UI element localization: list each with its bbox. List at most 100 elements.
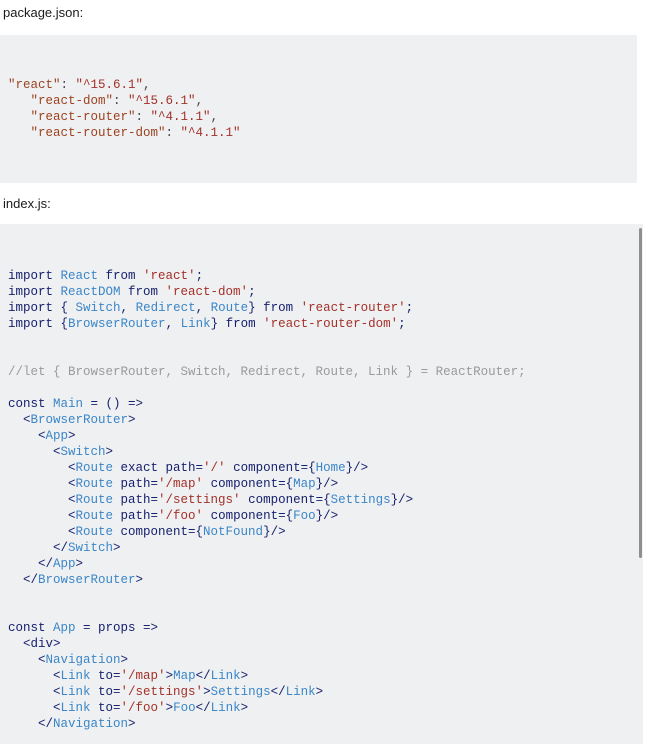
code-token: Link xyxy=(210,669,241,683)
code-token: Route xyxy=(75,477,114,491)
code-token: } xyxy=(248,301,264,315)
code-token: }/> xyxy=(345,461,369,475)
code-token: , xyxy=(120,301,136,315)
code-token: NotFound xyxy=(203,525,264,539)
code-token: , xyxy=(195,301,211,315)
code-token: Settings xyxy=(210,685,271,699)
code-token: < xyxy=(8,445,61,459)
code-token: > xyxy=(113,541,121,555)
code-token: Main xyxy=(53,397,84,411)
code-token: "react-dom" xyxy=(8,94,114,108)
code-line: import { Switch, Redirect, Route} from '… xyxy=(8,300,643,316)
code-token: Link xyxy=(210,701,241,715)
code-token: < xyxy=(8,669,61,683)
code-token: import xyxy=(8,269,61,283)
index-js-code-lines: import React from 'react'; import ReactDO… xyxy=(8,268,643,744)
code-line: const App = props => xyxy=(8,620,643,636)
code-line: <Route component={NotFound}/> xyxy=(8,524,643,540)
code-token: Link xyxy=(285,685,316,699)
code-line: <BrowserRouter> xyxy=(8,412,643,428)
code-token: }/> xyxy=(315,509,339,523)
code-line: <Link to='/foo'>Foo</Link> xyxy=(8,700,643,716)
code-token: </ xyxy=(8,557,54,571)
code-token: Link xyxy=(60,701,91,715)
code-token: BrowserRouter xyxy=(30,413,129,427)
code-token: Navigation xyxy=(53,717,129,731)
code-scrollbar-track[interactable] xyxy=(638,224,643,744)
code-token: : xyxy=(113,94,129,108)
code-token: > xyxy=(135,573,144,587)
code-token: Route xyxy=(210,301,249,315)
code-token: > xyxy=(165,701,174,715)
code-token: , xyxy=(210,110,219,124)
code-token: = props => xyxy=(75,621,159,635)
code-token: < xyxy=(8,525,76,539)
code-token: component={ xyxy=(225,461,316,475)
code-token: < xyxy=(8,477,76,491)
code-token: </ xyxy=(195,669,211,683)
code-token: ; xyxy=(248,285,256,299)
code-line: <Link to='/map'>Map</Link> xyxy=(8,668,643,684)
code-token: < xyxy=(8,493,76,507)
code-token: > xyxy=(75,557,84,571)
code-token: Switch xyxy=(75,301,121,315)
code-token: App xyxy=(45,429,69,443)
code-token: Link xyxy=(180,317,211,331)
code-token: > xyxy=(240,669,249,683)
code-line: "react-router-dom": "^4.1.1" xyxy=(8,125,637,141)
code-token: Route xyxy=(75,525,114,539)
code-token: < xyxy=(8,653,46,667)
code-token: , xyxy=(143,78,151,92)
code-token: //let { BrowserRouter, Switch, Redirect,… xyxy=(8,365,526,379)
package-json-code-block[interactable]: "react": "^15.6.1", "react-dom": "^15.6.… xyxy=(0,35,637,183)
code-line: <Link to='/settings'>Settings</Link> xyxy=(8,684,643,700)
code-token: exact path= xyxy=(113,461,204,475)
code-line: </Navigation> xyxy=(8,716,643,732)
code-line: import {BrowserRouter, Link} from 'react… xyxy=(8,316,643,332)
code-token: }/> xyxy=(315,477,339,491)
code-scrollbar-thumb[interactable] xyxy=(639,228,642,558)
code-token: < xyxy=(8,429,46,443)
code-token: Link xyxy=(60,669,91,683)
index-js-caption: index.js: xyxy=(3,196,51,211)
code-token: BrowserRouter xyxy=(38,573,136,587)
code-line: <div> xyxy=(8,636,643,652)
package-json-caption: package.json: xyxy=(3,5,84,20)
code-token: "react" xyxy=(8,78,61,92)
code-token: import xyxy=(8,285,61,299)
code-token: ; xyxy=(195,269,204,283)
code-token: '/settings' xyxy=(158,493,241,507)
code-token: '/foo' xyxy=(158,509,204,523)
code-token: Route xyxy=(75,493,114,507)
document-page: package.json: "react": "^15.6.1", "react… xyxy=(0,0,649,744)
code-token: < xyxy=(8,413,31,427)
code-token: component={ xyxy=(203,477,294,491)
code-token: "^15.6.1" xyxy=(128,94,196,108)
code-token: App xyxy=(53,621,76,635)
code-line: <Switch> xyxy=(8,444,643,460)
code-token: : xyxy=(60,78,76,92)
code-token: BrowserRouter xyxy=(68,317,166,331)
code-token: </ xyxy=(270,685,286,699)
code-token: Settings xyxy=(330,493,391,507)
code-token: </ xyxy=(8,573,39,587)
code-token: ; xyxy=(398,317,406,331)
code-token: Route xyxy=(75,461,114,475)
code-line: <App> xyxy=(8,428,643,444)
code-token: "react-router" xyxy=(8,110,136,124)
code-token: React xyxy=(60,269,99,283)
code-token: Map xyxy=(293,477,316,491)
code-token: : xyxy=(165,126,181,140)
code-token: const xyxy=(8,397,54,411)
code-token: from xyxy=(225,317,264,331)
code-token: '/' xyxy=(203,461,226,475)
code-token: < xyxy=(8,637,31,651)
code-line: import ReactDOM from 'react-dom'; xyxy=(8,284,643,300)
code-token: , xyxy=(195,94,204,108)
index-js-code-block[interactable]: import React from 'react'; import ReactDO… xyxy=(0,224,643,744)
code-token: "^4.1.1" xyxy=(150,110,211,124)
